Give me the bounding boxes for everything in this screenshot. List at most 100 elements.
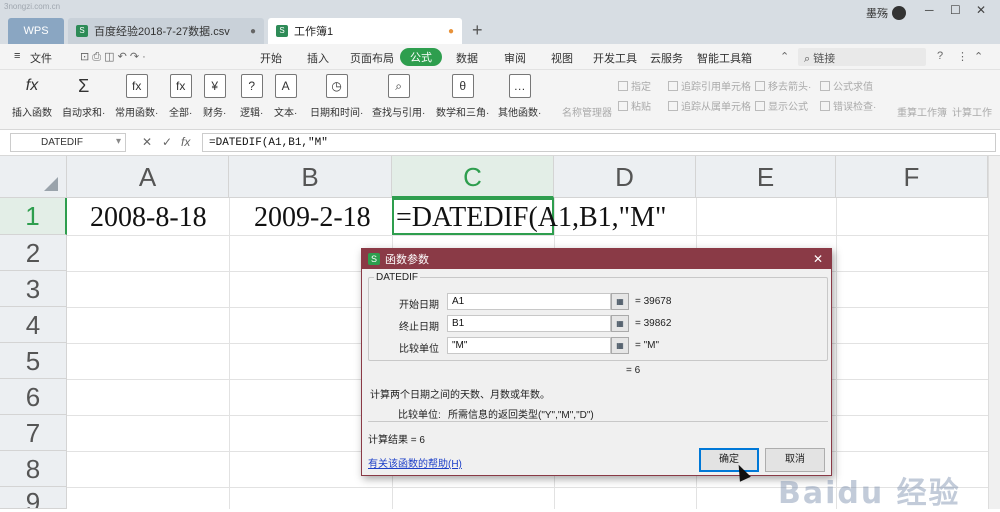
function-help-link[interactable]: 有关该函数的帮助(H) bbox=[368, 455, 462, 470]
yen-icon: ¥ bbox=[203, 74, 226, 98]
menu-tab-insert[interactable]: 插入 bbox=[307, 50, 329, 66]
other-functions-button[interactable]: … 其他函数· bbox=[498, 74, 541, 119]
menu-tab-developer[interactable]: 开发工具 bbox=[593, 50, 637, 66]
more-icon: … bbox=[508, 74, 531, 98]
row-header-9[interactable]: 9 bbox=[0, 487, 67, 509]
select-all-corner[interactable] bbox=[0, 156, 67, 198]
help-icon[interactable]: ? bbox=[937, 50, 943, 62]
cell-b1[interactable]: 2009-2-18 bbox=[254, 200, 371, 236]
collapse-ribbon-icon[interactable]: ⌃ bbox=[780, 50, 789, 63]
remove-arrows-button[interactable]: 移去箭头· bbox=[755, 78, 811, 93]
row-header-4[interactable]: 4 bbox=[0, 307, 67, 343]
end-date-input[interactable]: B1 bbox=[447, 315, 611, 332]
confirm-icon[interactable]: ✓ bbox=[162, 135, 172, 149]
close-icon[interactable]: ✕ bbox=[813, 252, 823, 266]
function-name-label: DATEDIF bbox=[374, 272, 421, 283]
tab-close-icon[interactable]: ● bbox=[250, 26, 256, 37]
calculate-sheet-button[interactable]: 计算工作 bbox=[952, 104, 992, 119]
menu-tab-review[interactable]: 审阅 bbox=[504, 50, 526, 66]
tab-close-icon[interactable]: ● bbox=[448, 26, 454, 37]
column-header-e[interactable]: E bbox=[696, 156, 836, 198]
collapse-range-icon[interactable]: ▦ bbox=[611, 293, 629, 310]
menu-tab-data[interactable]: 数据 bbox=[456, 50, 478, 66]
menu-tab-view[interactable]: 视图 bbox=[551, 50, 573, 66]
ribbon-label: 重算工作簿 bbox=[897, 108, 947, 119]
paste-name-button[interactable]: 粘贴 bbox=[618, 98, 651, 113]
hamburger-icon[interactable]: ≡ bbox=[14, 50, 20, 62]
menu-tab-toolbox[interactable]: 智能工具箱 bbox=[697, 50, 752, 66]
lookup-reference-button[interactable]: ⌕ 查找与引用· bbox=[372, 74, 425, 119]
column-header-f[interactable]: F bbox=[836, 156, 988, 198]
trace-dependents-button[interactable]: 追踪从属单元格 bbox=[668, 98, 751, 113]
evaluate-formula-button[interactable]: 公式求值 bbox=[820, 78, 873, 93]
autosum-button[interactable]: Σ 自动求和· bbox=[62, 74, 105, 120]
menu-tab-layout[interactable]: 页面布局 bbox=[350, 50, 394, 66]
dialog-title-bar[interactable]: S 函数参数 ✕ bbox=[362, 249, 831, 269]
menu-tab-home[interactable]: 开始 bbox=[260, 50, 282, 66]
common-functions-button[interactable]: fx 常用函数· bbox=[115, 74, 158, 119]
all-functions-button[interactable]: fx 全部· bbox=[169, 74, 192, 119]
minimize-button[interactable]: ─ bbox=[925, 3, 934, 17]
menu-tab-formula[interactable]: 公式 bbox=[400, 48, 442, 66]
dialog-title: 函数参数 bbox=[385, 254, 429, 266]
column-header-a[interactable]: A bbox=[67, 156, 229, 198]
formula-input[interactable]: =DATEDIF(A1,B1,"M" bbox=[202, 133, 996, 152]
unit-input[interactable]: "M" bbox=[447, 337, 611, 354]
tab-wps[interactable]: WPS bbox=[8, 18, 64, 44]
param-label: 终止日期 bbox=[399, 322, 439, 333]
tab-workbook1[interactable]: S 工作簿1 ● bbox=[268, 18, 462, 44]
datetime-button[interactable]: ◷ 日期和时间· bbox=[310, 74, 363, 119]
menu-file[interactable]: 文件 bbox=[30, 50, 52, 66]
error-check-button[interactable]: 错误检查· bbox=[820, 98, 876, 113]
math-trig-button[interactable]: θ 数学和三角· bbox=[436, 74, 489, 119]
row-header-2[interactable]: 2 bbox=[0, 235, 67, 271]
param-label: 开始日期 bbox=[399, 300, 439, 311]
cancel-icon[interactable]: ✕ bbox=[142, 135, 152, 149]
ribbon-label: 名称管理器 bbox=[562, 108, 612, 119]
row-header-5[interactable]: 5 bbox=[0, 343, 67, 379]
vertical-scrollbar[interactable] bbox=[988, 156, 1000, 509]
formula-icon bbox=[755, 100, 765, 111]
trace-precedents-button[interactable]: 追踪引用单元格 bbox=[668, 78, 751, 93]
ribbon-label: 粘贴 bbox=[631, 102, 651, 113]
menu-tab-cloud[interactable]: 云服务 bbox=[650, 50, 683, 66]
column-header-c[interactable]: C bbox=[392, 156, 554, 198]
search-input[interactable]: ⌕ 链接 bbox=[798, 48, 926, 66]
row-header-8[interactable]: 8 bbox=[0, 451, 67, 487]
logical-button[interactable]: ? 逻辑· bbox=[240, 74, 263, 119]
ribbon-label: 公式求值 bbox=[833, 82, 873, 93]
collapse-range-icon[interactable]: ▦ bbox=[611, 315, 629, 332]
row-header-3[interactable]: 3 bbox=[0, 271, 67, 307]
tab-csv-file[interactable]: S 百度经验2018-7-27数据.csv ● bbox=[68, 18, 264, 44]
show-formulas-button[interactable]: 显示公式 bbox=[755, 98, 808, 113]
recalc-workbook-button[interactable]: 重算工作簿 bbox=[897, 104, 947, 119]
user-account[interactable]: 墨殇 bbox=[866, 5, 906, 21]
cell-c1[interactable]: =DATEDIF(A1,B1,"M" bbox=[396, 200, 666, 236]
start-date-input[interactable]: A1 bbox=[447, 293, 611, 310]
define-button[interactable]: 指定 bbox=[618, 78, 651, 93]
text-button[interactable]: A 文本· bbox=[274, 74, 297, 119]
paste-icon bbox=[618, 100, 628, 111]
ribbon-label: 移去箭头· bbox=[768, 82, 812, 93]
name-manager-button[interactable]: 名称管理器 bbox=[562, 104, 612, 119]
insert-function-button[interactable]: fx 插入函数 bbox=[12, 74, 52, 119]
fx-icon[interactable]: fx bbox=[181, 135, 190, 149]
column-header-d[interactable]: D bbox=[554, 156, 696, 198]
ok-button[interactable]: 确定 bbox=[699, 448, 759, 472]
cell-a1[interactable]: 2008-8-18 bbox=[90, 200, 207, 236]
financial-button[interactable]: ¥ 财务· bbox=[203, 74, 226, 119]
fx-icon: fx bbox=[125, 74, 148, 98]
close-window-button[interactable]: ✕ bbox=[976, 3, 986, 17]
column-header-b[interactable]: B bbox=[229, 156, 392, 198]
collapse-range-icon[interactable]: ▦ bbox=[611, 337, 629, 354]
row-header-6[interactable]: 6 bbox=[0, 379, 67, 415]
settings-icon[interactable]: ⋮ bbox=[957, 50, 968, 63]
chevron-down-icon[interactable]: ▾ bbox=[116, 136, 121, 147]
maximize-button[interactable]: ☐ bbox=[950, 3, 961, 17]
collapse-icon[interactable]: ⌃ bbox=[974, 50, 983, 63]
new-tab-button[interactable]: + bbox=[472, 20, 483, 41]
row-header-7[interactable]: 7 bbox=[0, 415, 67, 451]
row-header-1[interactable]: 1 bbox=[0, 198, 67, 235]
quick-access-icons[interactable]: ⊡ ⎙ ◫ ↶ ↷ · bbox=[80, 50, 146, 64]
name-box[interactable]: DATEDIF ▾ bbox=[10, 133, 126, 152]
